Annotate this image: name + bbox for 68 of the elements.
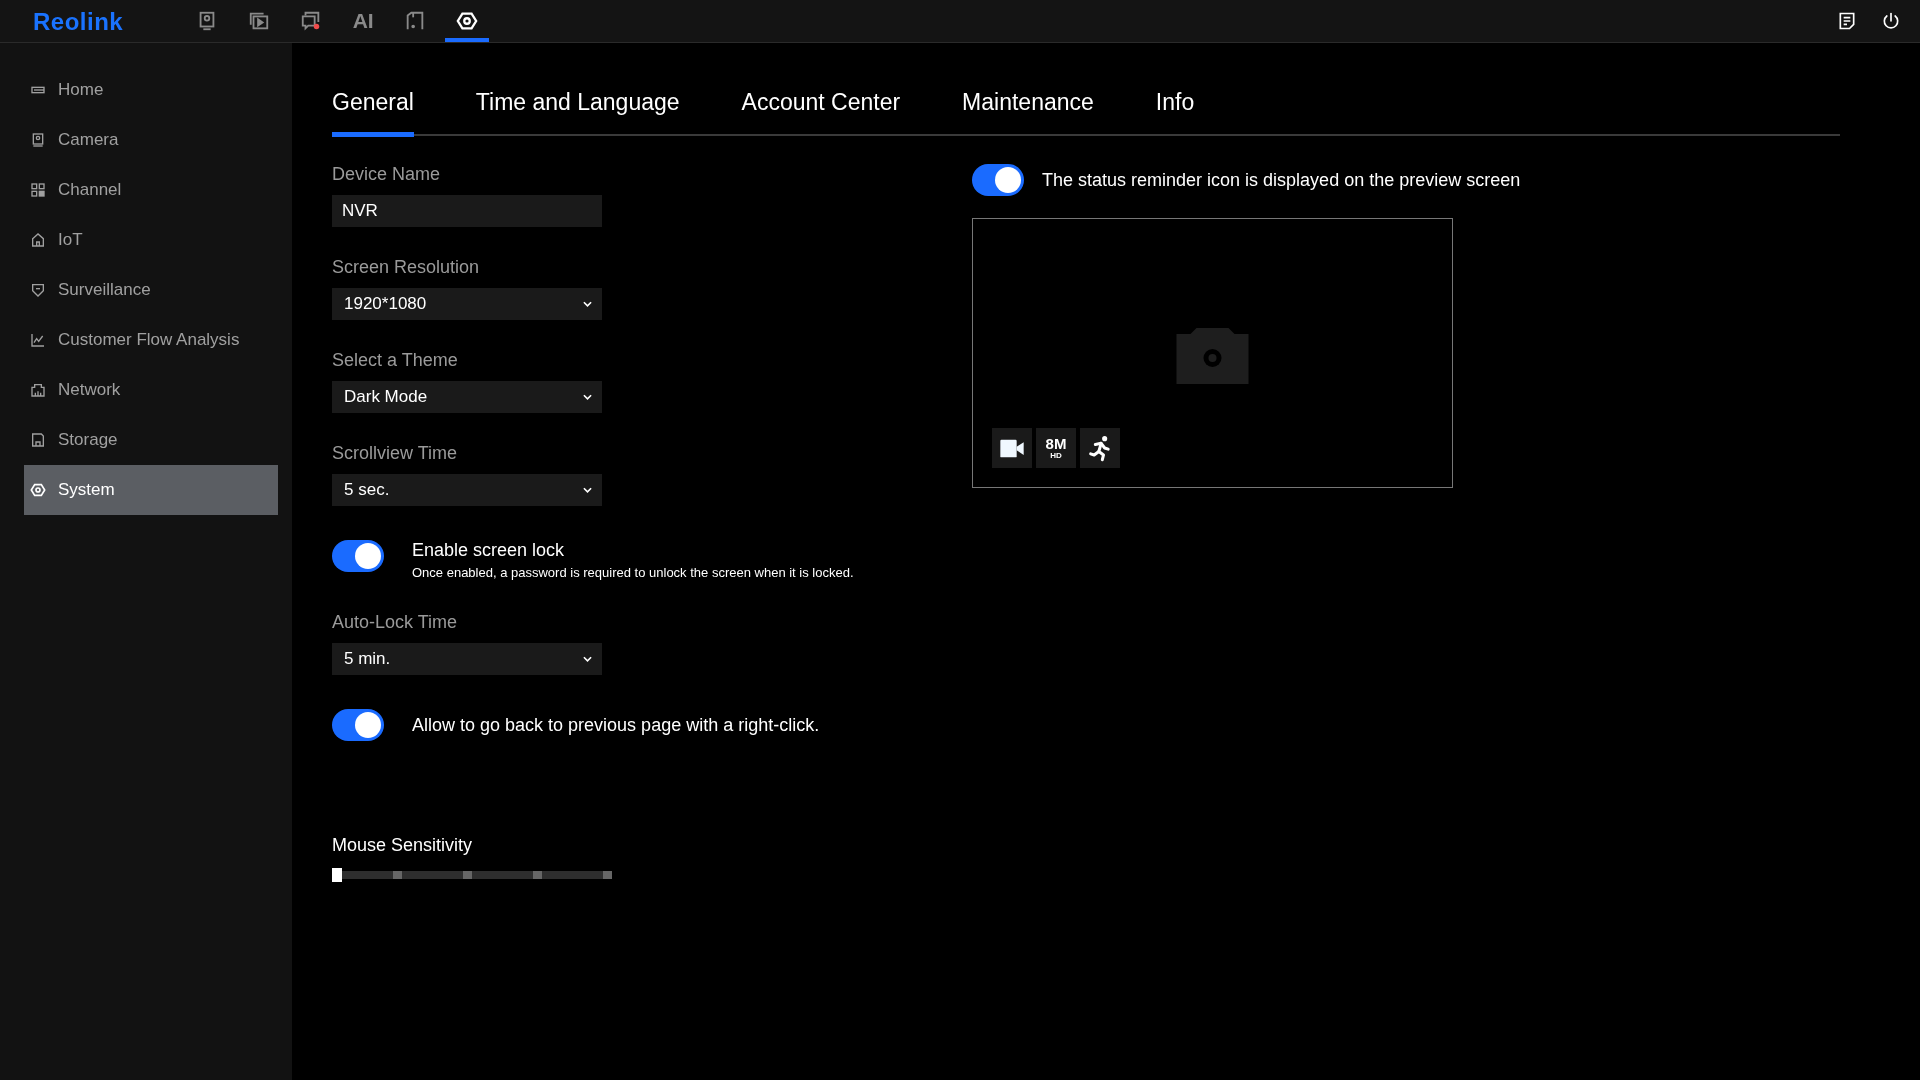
sidebar-item[interactable]: Camera <box>24 115 278 165</box>
hint-text: Once enabled, a password is required to unlock the screen when it is locked. <box>412 565 854 580</box>
notes-icon <box>1837 11 1857 31</box>
toggle-switch[interactable] <box>332 709 384 741</box>
toggle-label: Allow to go back to previous page with a right-click. <box>412 714 820 736</box>
slider-thumb[interactable] <box>332 868 342 882</box>
sidebar-label: System <box>58 480 115 500</box>
field-label: Scrollview Time <box>332 443 459 464</box>
tab[interactable]: Time and Language <box>475 83 680 137</box>
tab[interactable]: General <box>332 83 414 137</box>
caret-icon <box>583 394 592 400</box>
slider-tick <box>533 871 542 879</box>
playback-icon <box>248 10 271 32</box>
dropdown[interactable]: 5 sec. <box>332 474 602 506</box>
sidebar-label: Camera <box>58 130 119 150</box>
text-field[interactable]: NVR <box>332 195 602 227</box>
video-camera-icon <box>992 428 1032 468</box>
field-label: Select a Theme <box>332 350 459 371</box>
sidebar-label: IoT <box>58 230 83 250</box>
field-label: Device Name <box>332 164 442 185</box>
sidebar-item[interactable]: Network <box>24 365 278 415</box>
field-label: Screen Resolution <box>332 257 481 278</box>
slider-track[interactable] <box>332 868 612 882</box>
sidebar-label: Home <box>58 80 104 100</box>
sidebar-label: Customer Flow Analysis <box>58 330 240 350</box>
slider-tick <box>603 871 612 879</box>
slider-tick <box>463 871 472 879</box>
slider-tick <box>393 871 402 879</box>
tab[interactable]: Maintenance <box>962 83 1094 137</box>
sidebar-label: Network <box>58 380 121 400</box>
sidebar-label: Surveillance <box>58 280 151 300</box>
chart-icon <box>30 332 46 348</box>
sidebar-item[interactable]: System <box>24 465 278 515</box>
power-icon <box>1881 11 1901 31</box>
house-icon <box>30 232 46 248</box>
shield-icon <box>30 282 46 298</box>
settings-icon <box>456 10 479 32</box>
caret-icon <box>583 487 592 493</box>
toggle-label: The status reminder icon is displayed on the preview screen <box>1042 169 1521 191</box>
slider-label: Mouse Sensitivity <box>332 835 474 856</box>
sidebar-label: Channel <box>58 180 122 200</box>
logo: Reolink <box>33 9 124 35</box>
sidebar-item[interactable]: Surveillance <box>24 265 278 315</box>
grid-icon <box>30 182 46 198</box>
caret-icon <box>583 656 592 662</box>
running-person-icon <box>1080 428 1120 468</box>
caret-icon <box>583 301 592 307</box>
resolution-badge: 8M HD <box>1036 428 1076 468</box>
dropdown[interactable]: 5 min. <box>332 643 602 675</box>
sidebar-item[interactable]: Channel <box>24 165 278 215</box>
toggle-label: Enable screen lock <box>412 540 566 561</box>
network-icon <box>30 382 46 398</box>
dropdown[interactable]: 1920*1080 <box>332 288 602 320</box>
storage-icon <box>30 432 46 448</box>
toggle-switch[interactable] <box>972 164 1024 196</box>
sidebar-item[interactable]: Customer Flow Analysis <box>24 315 278 365</box>
camera-icon <box>30 132 46 148</box>
tab[interactable]: Info <box>1155 83 1195 137</box>
sidebar-item[interactable]: Home <box>24 65 278 115</box>
sidebar-label: Storage <box>58 430 118 450</box>
field-label: Auto-Lock Time <box>332 612 459 633</box>
tab[interactable]: Account Center <box>741 83 901 137</box>
toggle-switch[interactable] <box>332 540 384 572</box>
ai-tab[interactable]: AI <box>341 0 386 42</box>
settings-icon <box>30 482 46 498</box>
dropdown[interactable]: Dark Mode <box>332 381 602 413</box>
sidebar-item[interactable]: IoT <box>24 215 278 265</box>
sidebar-item[interactable]: Storage <box>24 415 278 465</box>
